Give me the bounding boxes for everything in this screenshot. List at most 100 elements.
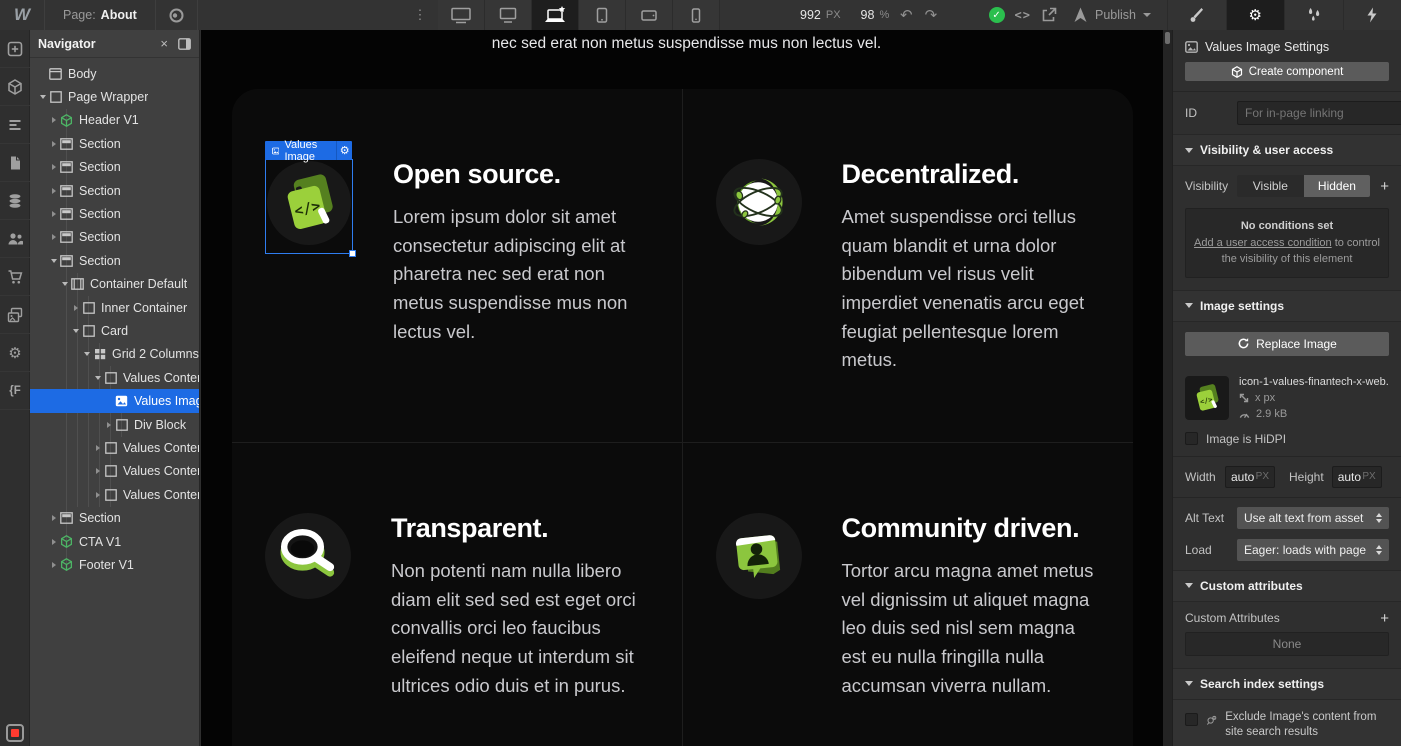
tab-settings[interactable]: ⚙: [1226, 0, 1285, 30]
value-title[interactable]: Community driven.: [842, 513, 1104, 544]
section-image-settings[interactable]: Image settings: [1173, 290, 1401, 322]
height-input[interactable]: auto PX: [1332, 466, 1382, 488]
nav-item-values-content[interactable]: Values Conten: [30, 460, 199, 483]
breakpoint-mobile-landscape[interactable]: [626, 0, 673, 30]
nav-item-section-expanded[interactable]: Section: [30, 249, 199, 272]
nav-item-values-image-selected[interactable]: Values Imag: [30, 389, 199, 412]
nav-item-section[interactable]: Section: [30, 202, 199, 225]
id-input[interactable]: [1237, 101, 1401, 125]
asset-thumbnail[interactable]: </>: [1185, 376, 1229, 420]
publish-button[interactable]: Publish: [1067, 7, 1157, 23]
breakpoint-tablet[interactable]: [579, 0, 626, 30]
toolbar-menu-dots[interactable]: ⋮: [410, 0, 430, 30]
canvas-dimensions[interactable]: 992 PX 98 %: [800, 0, 889, 30]
add-condition-link[interactable]: Add a user access condition: [1194, 237, 1332, 249]
nav-item-section[interactable]: Section: [30, 179, 199, 202]
redo-button[interactable]: ↷: [925, 6, 938, 24]
tab-interactions[interactable]: [1284, 0, 1343, 30]
canvas-scrollbar[interactable]: [1163, 30, 1172, 746]
desktop-large-icon: [450, 7, 472, 24]
breakpoint-desktop[interactable]: [485, 0, 532, 30]
values-content-community[interactable]: Community driven. Tortor arcu magna amet…: [683, 443, 1134, 746]
nav-item-container-default[interactable]: Container Default: [30, 273, 199, 296]
selection-badge[interactable]: Values Image ⚙: [265, 141, 352, 160]
breakpoint-desktop-large[interactable]: [438, 0, 485, 30]
create-component-button[interactable]: Create component: [1185, 62, 1389, 81]
undo-button[interactable]: ↶: [900, 6, 913, 24]
nav-item-section[interactable]: Section: [30, 156, 199, 179]
value-body[interactable]: Tortor arcu magna amet metus vel digniss…: [842, 557, 1104, 700]
nav-item-body[interactable]: Body: [30, 62, 199, 85]
nav-item-section[interactable]: Section: [30, 226, 199, 249]
values-content-decentralized[interactable]: Decentralized. Amet suspendisse orci tel…: [683, 89, 1134, 443]
value-body[interactable]: Non potenti nam nulla libero diam elit s…: [391, 557, 652, 700]
add-visibility-condition-button[interactable]: +: [1380, 179, 1389, 194]
nav-item-grid-2-columns[interactable]: Grid 2 Columns: [30, 343, 199, 366]
assets-button[interactable]: [0, 296, 30, 334]
finsweet-extension-button[interactable]: {F: [0, 372, 30, 410]
nav-item-page-wrapper[interactable]: Page Wrapper: [30, 85, 199, 108]
breakpoint-mobile[interactable]: [673, 0, 720, 30]
visibility-hidden-option[interactable]: Hidden: [1304, 175, 1371, 197]
nav-item-div-block[interactable]: Div Block: [30, 413, 199, 436]
breakpoint-laptop-active[interactable]: [532, 0, 579, 30]
id-label: ID: [1185, 106, 1237, 120]
tab-actions[interactable]: [1343, 0, 1401, 30]
replace-image-button[interactable]: Replace Image: [1185, 332, 1389, 356]
users-button[interactable]: [0, 220, 30, 258]
selected-values-image[interactable]: Values Image ⚙ </>: [265, 159, 353, 254]
nav-item-values-content[interactable]: Values Conten: [30, 436, 199, 459]
canvas-paragraph-top[interactable]: nec sed erat non metus suspendisse mus n…: [201, 35, 1172, 53]
value-title[interactable]: Decentralized.: [842, 159, 1104, 190]
nav-item-section[interactable]: Section: [30, 132, 199, 155]
load-select[interactable]: Eager: loads with page: [1237, 539, 1389, 561]
navigator-button[interactable]: [0, 106, 30, 144]
section-visibility[interactable]: Visibility & user access: [1173, 134, 1401, 166]
values-content-transparent[interactable]: Transparent. Non potenti nam nulla liber…: [232, 443, 683, 746]
export-code-button[interactable]: <>: [1015, 8, 1031, 22]
nav-item-section[interactable]: Section: [30, 506, 199, 529]
alt-text-select[interactable]: Use alt text from asset: [1237, 507, 1389, 529]
page-name: About: [101, 8, 137, 22]
pages-button[interactable]: [0, 144, 30, 182]
add-elements-button[interactable]: [0, 30, 30, 68]
nav-item-card[interactable]: Card: [30, 319, 199, 342]
tab-style[interactable]: [1167, 0, 1226, 30]
value-body[interactable]: Amet suspendisse orci tellus quam blandi…: [842, 203, 1104, 375]
values-card[interactable]: Values Image ⚙ </>: [232, 89, 1133, 746]
ecommerce-button[interactable]: [0, 258, 30, 296]
nav-item-inner-container[interactable]: Inner Container: [30, 296, 199, 319]
section-custom-attributes[interactable]: Custom attributes: [1173, 570, 1401, 602]
share-button[interactable]: [1041, 7, 1057, 23]
exclude-search-checkbox[interactable]: [1185, 713, 1198, 726]
cms-button[interactable]: [0, 182, 30, 220]
grid-icon: [92, 348, 107, 360]
scrollbar-thumb[interactable]: [1165, 32, 1170, 44]
element-settings-gear-button[interactable]: ⚙: [336, 141, 352, 160]
resize-handle[interactable]: [349, 250, 356, 257]
dock-panel-icon[interactable]: [178, 38, 191, 50]
nav-item-values-content[interactable]: Values Conten: [30, 366, 199, 389]
visibility-visible-option[interactable]: Visible: [1237, 175, 1304, 197]
nav-item-values-content[interactable]: Values Conten: [30, 483, 199, 506]
collapse-all-icon[interactable]: ×: [160, 37, 168, 50]
nav-item-cta-v1[interactable]: CTA V1: [30, 530, 199, 553]
value-title[interactable]: Transparent.: [391, 513, 652, 544]
design-canvas[interactable]: nec sed erat non metus suspendisse mus n…: [201, 30, 1172, 746]
hidpi-checkbox[interactable]: [1185, 432, 1198, 445]
components-button[interactable]: [0, 68, 30, 106]
nav-item-footer-v1[interactable]: Footer V1: [30, 553, 199, 576]
nav-item-header-v1[interactable]: Header V1: [30, 109, 199, 132]
conditions-box: No conditions set Add a user access cond…: [1185, 208, 1389, 278]
page-breadcrumb[interactable]: Page: About: [45, 0, 156, 30]
breakpoint-indicator[interactable]: [6, 724, 24, 742]
width-input[interactable]: auto PX: [1225, 466, 1275, 488]
value-body[interactable]: Lorem ipsum dolor sit amet consectetur a…: [393, 203, 633, 346]
add-custom-attribute-button[interactable]: +: [1380, 611, 1389, 626]
preview-button[interactable]: [156, 0, 198, 30]
section-search-index[interactable]: Search index settings: [1173, 668, 1401, 700]
values-content-open-source[interactable]: Values Image ⚙ </>: [232, 89, 683, 443]
site-settings-button[interactable]: ⚙: [0, 334, 30, 372]
webflow-logo[interactable]: W: [0, 0, 45, 30]
value-title[interactable]: Open source.: [393, 159, 633, 190]
